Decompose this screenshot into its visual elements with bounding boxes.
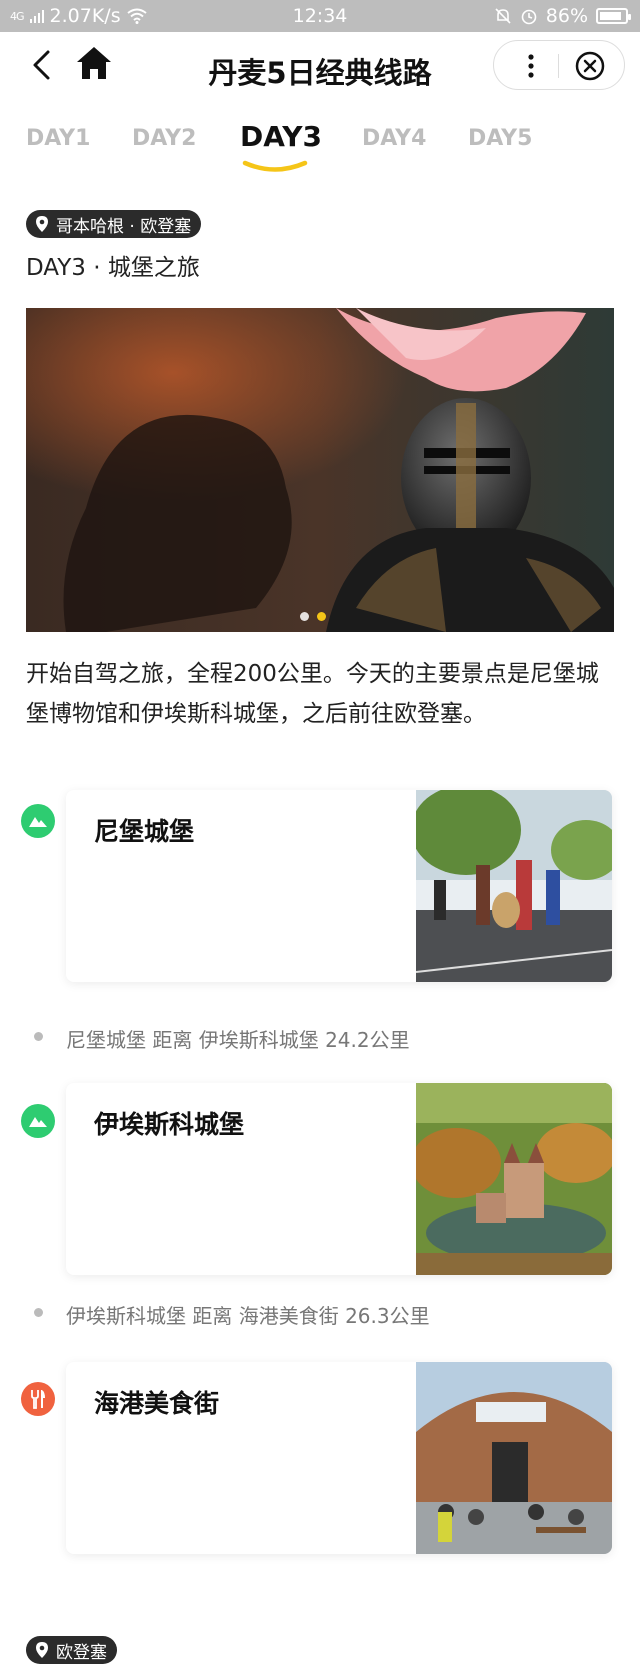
alarm-icon [521,9,537,25]
active-tab-indicator [242,160,308,172]
fork-knife-icon [31,1390,45,1409]
carousel-dot[interactable] [300,612,309,621]
spot-name: 伊埃斯科城堡 [94,1110,245,1139]
tab-day5[interactable]: DAY5 [468,126,532,151]
spot-card[interactable]: 尼堡城堡 [66,790,612,982]
spot-name: 尼堡城堡 [94,817,195,846]
distance-dot [34,1308,43,1317]
knight-photo [26,308,614,632]
day-title: DAY3 · 城堡之旅 [26,255,200,281]
location-pin-icon [36,216,48,232]
carousel-dots [300,612,326,621]
spot-photo [416,790,612,982]
tab-day4[interactable]: DAY4 [362,126,426,151]
location-badge: 哥本哈根 · 欧登塞 [26,210,202,238]
more-vertical-icon[interactable] [516,51,546,81]
spot-name: 海港美食街 [94,1389,220,1418]
carousel-dot-active[interactable] [317,612,326,621]
spot-card[interactable]: 海港美食街 [66,1362,612,1554]
battery-fill [600,12,621,20]
tab-day3[interactable]: DAY3 [240,120,322,153]
day-description: 开始自驾之旅，全程200公里。今天的主要景点是尼堡城堡博物馆和伊埃斯科城堡，之后… [26,661,599,727]
capsule-divider [558,54,559,78]
mini-program-capsule [493,40,625,90]
spot-photo [416,1083,612,1275]
sight-icon [21,804,55,838]
mountain-icon [29,1117,47,1127]
battery-icon [596,8,631,24]
status-right: 86% [494,5,631,27]
day-tabs: DAY1 DAY2 DAY3 DAY4 DAY5 [0,112,640,182]
next-location-text: 欧登塞 [56,1642,107,1663]
battery-percent: 86% [545,5,588,27]
tab-day1[interactable]: DAY1 [26,126,90,151]
navigation-bar: 丹麦5日经典线路 [0,32,640,100]
location-text: 哥本哈根 · 欧登塞 [56,216,192,237]
distance-dot [34,1032,43,1041]
mountain-icon [29,817,47,827]
spot-card[interactable]: 伊埃斯科城堡 [66,1083,612,1275]
sight-icon [21,1104,55,1138]
spot-photo [416,1362,612,1554]
status-bar: 4G 2.07K/s 12:34 86% [0,0,640,32]
next-location-badge: 欧登塞 [26,1636,117,1664]
distance-text: 尼堡城堡 距离 伊埃斯科城堡 24.2公里 [66,1028,410,1052]
location-pin-icon [36,1642,48,1658]
tab-day2[interactable]: DAY2 [132,126,196,151]
restaurant-icon [21,1382,55,1416]
hero-carousel[interactable] [26,308,614,632]
mute-bell-icon [495,8,511,24]
distance-text: 伊埃斯科城堡 距离 海港美食街 26.3公里 [66,1304,430,1328]
close-circle-icon[interactable] [574,50,606,82]
